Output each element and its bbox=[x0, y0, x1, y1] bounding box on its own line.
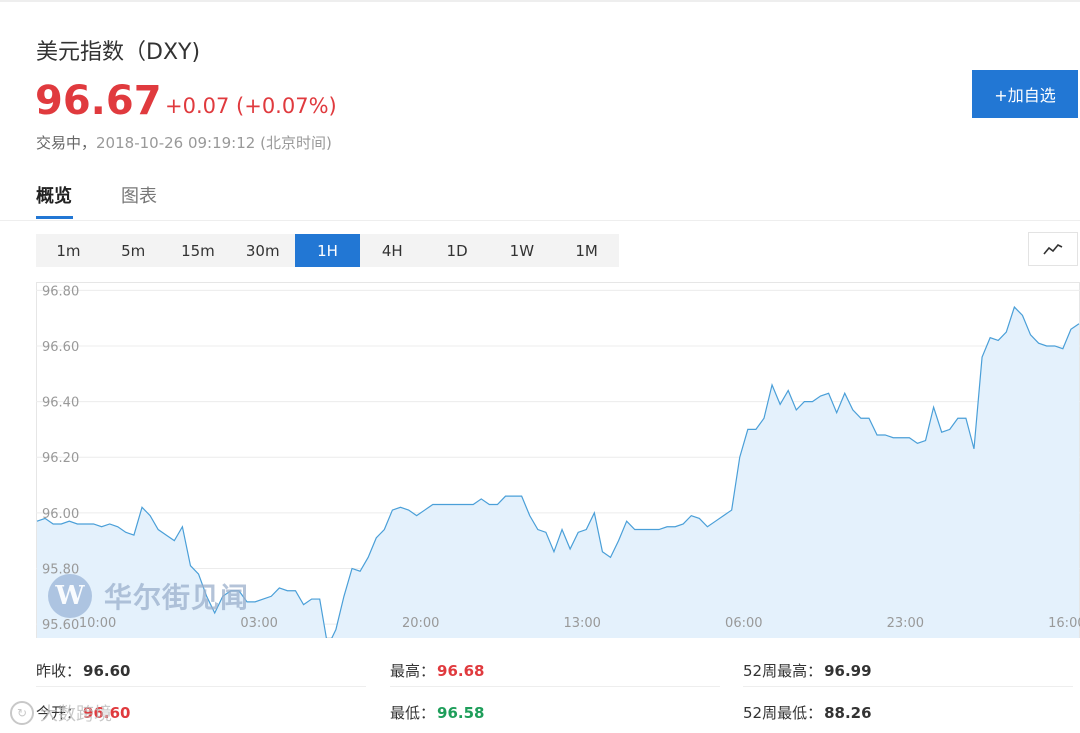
chart-type-button[interactable] bbox=[1028, 232, 1078, 266]
watermark: W 华尔街见闻 bbox=[48, 574, 249, 618]
x-tick-label: 16:00 bbox=[1048, 616, 1080, 631]
stat-value: 96.99 bbox=[824, 662, 872, 680]
corner-watermark-icon: ↻ bbox=[10, 701, 34, 725]
interval-4h[interactable]: 4H bbox=[360, 234, 425, 267]
stat-label: 最低： bbox=[390, 704, 436, 722]
stat-value: 96.60 bbox=[83, 662, 131, 680]
tab-chart[interactable]: 图表 bbox=[121, 182, 157, 208]
stat-low: 最低： 96.58 bbox=[390, 702, 484, 723]
x-tick-label: 23:00 bbox=[887, 616, 924, 631]
stat-label: 52周最低： bbox=[743, 704, 823, 722]
stat-52w-low: 52周最低： 88.26 bbox=[743, 702, 872, 723]
stat-label: 52周最高： bbox=[743, 662, 823, 680]
y-tick-label: 95.60 bbox=[42, 618, 79, 633]
watermark-logo: W bbox=[48, 574, 92, 618]
y-tick-label: 96.40 bbox=[42, 396, 79, 411]
stat-label: 最高： bbox=[390, 662, 436, 680]
top-divider bbox=[0, 0, 1080, 2]
interval-1d[interactable]: 1D bbox=[425, 234, 490, 267]
add-watchlist-button[interactable]: +加自选 bbox=[972, 70, 1078, 118]
page-title: 美元指数（DXY) bbox=[36, 40, 201, 65]
line-chart-icon bbox=[1043, 244, 1063, 255]
stat-label: 昨收： bbox=[36, 662, 82, 680]
watermark-text: 华尔街见闻 bbox=[104, 581, 250, 614]
price-change: +0.07 (+0.07%) bbox=[165, 94, 337, 118]
interval-1mo[interactable]: 1M bbox=[554, 234, 619, 267]
x-tick-label: 13:00 bbox=[563, 616, 600, 631]
y-tick-label: 96.80 bbox=[42, 284, 79, 299]
x-tick-label: 20:00 bbox=[402, 616, 439, 631]
interval-selector: 1m 5m 15m 30m 1H 4H 1D 1W 1M bbox=[36, 234, 619, 267]
status-label: 交易中， bbox=[36, 134, 97, 152]
x-tick-label: 03:00 bbox=[240, 616, 277, 631]
stat-prev-close: 昨收： 96.60 bbox=[36, 660, 130, 681]
stat-value: 96.68 bbox=[437, 662, 485, 680]
tab-bar: 概览 图表 bbox=[0, 178, 1080, 221]
y-tick-label: 96.60 bbox=[42, 340, 79, 355]
stat-high: 最高： 96.68 bbox=[390, 660, 484, 681]
interval-1m[interactable]: 1m bbox=[36, 234, 101, 267]
stat-divider bbox=[36, 686, 366, 687]
interval-1h[interactable]: 1H bbox=[295, 234, 360, 267]
stat-value: 96.58 bbox=[437, 704, 485, 722]
corner-watermark: ↻ 大数跨境 bbox=[10, 700, 112, 726]
interval-1w[interactable]: 1W bbox=[489, 234, 554, 267]
stat-divider bbox=[743, 686, 1073, 687]
corner-watermark-text: 大数跨境 bbox=[40, 704, 112, 725]
stat-value: 88.26 bbox=[824, 704, 872, 722]
interval-30m[interactable]: 30m bbox=[230, 234, 295, 267]
tab-overview[interactable]: 概览 bbox=[36, 182, 72, 208]
y-tick-label: 96.20 bbox=[42, 451, 79, 466]
interval-15m[interactable]: 15m bbox=[166, 234, 231, 267]
stat-divider bbox=[390, 686, 720, 687]
status-time: 2018-10-26 09:19:12 (北京时间) bbox=[96, 134, 332, 152]
x-tick-label: 06:00 bbox=[725, 616, 762, 631]
trading-status: 交易中，2018-10-26 09:19:12 (北京时间) bbox=[36, 132, 332, 153]
current-price: 96.67 bbox=[35, 78, 162, 124]
stat-52w-high: 52周最高： 96.99 bbox=[743, 660, 872, 681]
x-tick-label: 10:00 bbox=[79, 616, 116, 631]
y-tick-label: 96.00 bbox=[42, 507, 79, 522]
interval-5m[interactable]: 5m bbox=[101, 234, 166, 267]
active-tab-indicator bbox=[36, 216, 73, 219]
